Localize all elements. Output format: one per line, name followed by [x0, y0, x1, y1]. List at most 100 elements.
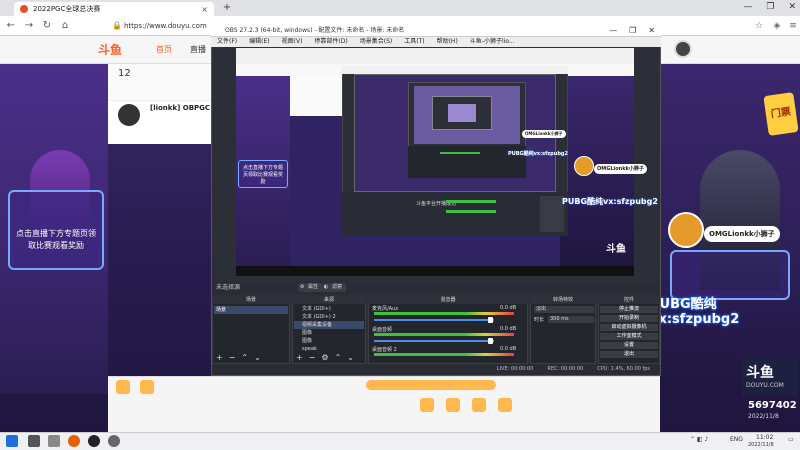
source-item[interactable]: 图像	[294, 337, 364, 345]
browser-tab[interactable]: 2022PGC全球总决赛 ×	[14, 2, 214, 16]
obs-close-icon[interactable]: ✕	[648, 24, 655, 37]
move-down-icon[interactable]: ⌄	[347, 354, 354, 362]
cpu-fps: CPU: 1.4%, 60.00 fps	[597, 366, 650, 372]
user-avatar[interactable]	[674, 40, 692, 58]
gift-icon[interactable]	[420, 398, 434, 412]
windows-taskbar	[0, 432, 800, 450]
firefox-icon[interactable]	[68, 435, 80, 447]
obs-maximize-icon[interactable]: ❐	[629, 24, 636, 37]
minimize-icon[interactable]: —	[743, 2, 752, 12]
tab-close-icon[interactable]: ×	[201, 5, 208, 14]
menu-tools[interactable]: 工具(T)	[404, 37, 424, 47]
gift-icon[interactable]	[446, 398, 460, 412]
remove-icon[interactable]: −	[229, 354, 236, 362]
volume-knob[interactable]	[488, 338, 493, 344]
gift-icon[interactable]	[498, 398, 512, 412]
nav-live-link[interactable]: 直播	[190, 44, 206, 55]
activity-banner[interactable]	[366, 380, 496, 390]
gift-icon[interactable]	[140, 380, 154, 394]
filters-button[interactable]: ◐ 滤镜	[322, 283, 347, 292]
source-item[interactable]: 文本 (GDI+)	[294, 305, 364, 313]
douyu-brand-domain: DOUYU.COM	[746, 382, 784, 389]
sources-toolbar: + − ⚙ ⌃ ⌄	[292, 354, 366, 362]
transition-select[interactable]: 淡出	[534, 306, 594, 313]
windows-start-icon[interactable]	[6, 435, 18, 447]
search-icon[interactable]	[28, 435, 40, 447]
preview-mixer-meter	[446, 210, 496, 213]
preview-pubg-text: PUBG酷纯vx:sfzpubg2	[562, 197, 658, 206]
weibo-handle: OMGLionkk小狮子	[704, 226, 780, 242]
menu-edit[interactable]: 编辑(E)	[249, 37, 269, 47]
forward-icon[interactable]: →	[22, 19, 36, 33]
maximize-icon[interactable]: ❐	[766, 2, 774, 12]
menu-file[interactable]: 文件(F)	[217, 37, 237, 47]
menu-view[interactable]: 视图(V)	[282, 37, 303, 47]
left-promo-banner[interactable]: 点击直播下方专题页领取比赛观看奖励	[8, 190, 104, 270]
volume-slider[interactable]	[374, 319, 494, 321]
source-item[interactable]: speak	[294, 345, 364, 353]
menu-help[interactable]: 帮助(H)	[437, 37, 458, 47]
tray-language[interactable]: ENG	[730, 436, 743, 443]
move-down-icon[interactable]: ⌄	[254, 354, 261, 362]
refresh-icon[interactable]: ↻	[40, 19, 54, 33]
clock-app-icon[interactable]	[108, 435, 120, 447]
menu-icon[interactable]: ≡	[786, 19, 800, 33]
obs-statusbar: LIVE: 00:00:00 REC: 00:00:00 CPU: 1.4%, …	[212, 364, 660, 374]
task-view-icon[interactable]	[48, 435, 60, 447]
home-icon[interactable]: ⌂	[58, 19, 72, 33]
remove-icon[interactable]: −	[309, 354, 316, 362]
preview-left-promo: 点击直播下方专题页领取比赛观看奖励	[238, 160, 288, 188]
volume-knob[interactable]	[488, 317, 493, 323]
add-icon[interactable]: +	[216, 354, 223, 362]
close-icon[interactable]: ✕	[788, 2, 796, 12]
source-item[interactable]: 图像	[294, 329, 364, 337]
duration-input[interactable]: 300 ms	[548, 316, 594, 323]
source-label: 文本 (GDI+)	[302, 306, 331, 312]
tray-icons[interactable]: ⌃ ◧ ♪	[690, 436, 708, 443]
add-icon[interactable]: +	[296, 354, 303, 362]
notification-icon[interactable]: ▭	[788, 436, 794, 443]
douyu-brand-logo: 斗鱼	[746, 365, 774, 381]
filters-label: 滤镜	[332, 284, 343, 290]
shield-icon[interactable]: ◈	[770, 19, 784, 33]
mixer-channel-db: 0.0 dB	[500, 305, 517, 311]
move-up-icon[interactable]: ⌃	[335, 354, 342, 362]
gift-icon[interactable]	[116, 380, 130, 394]
no-source-label: 未选择源	[216, 284, 241, 291]
exit-button[interactable]: 退出	[600, 351, 658, 358]
tray-time[interactable]: 11:02	[756, 434, 773, 441]
source-item[interactable]: 视频采集设备	[294, 321, 364, 329]
source-item[interactable]: 文本 (GDI+) 2	[294, 313, 364, 321]
obs-title: OBS 27.2.3 (64-bit, windows) - 配置文件: 未命名…	[225, 27, 405, 34]
ticket-badge[interactable]: 门票	[763, 92, 799, 136]
virtual-camera-button[interactable]: 启动虚拟摄像机	[600, 324, 658, 331]
nav-home-link[interactable]: 首页	[156, 44, 172, 55]
obs-taskbar-icon[interactable]	[88, 435, 100, 447]
url-input[interactable]: https://www.douyu.com	[124, 19, 214, 33]
settings-button[interactable]: 设置	[600, 342, 658, 349]
studio-mode-button[interactable]: 工作室模式	[600, 333, 658, 340]
source-label: 视频采集设备	[302, 322, 333, 328]
new-tab-button[interactable]: +	[220, 2, 234, 14]
douyu-logo[interactable]: 斗鱼	[98, 41, 138, 59]
obs-minimize-icon[interactable]: —	[609, 24, 617, 37]
properties-button[interactable]: ⚙ 属性	[298, 283, 323, 292]
volume-slider[interactable]	[374, 340, 494, 342]
gift-icon[interactable]	[472, 398, 486, 412]
mixer-channel-db: 0.0 dB	[500, 326, 517, 332]
star-icon[interactable]: ☆	[752, 19, 766, 33]
menu-scene-collection[interactable]: 场景集合(S)	[360, 37, 393, 47]
move-up-icon[interactable]: ⌃	[241, 354, 248, 362]
gear-icon[interactable]: ⚙	[321, 354, 328, 362]
menu-douyu[interactable]: 斗鱼-小狮子lio...	[470, 37, 515, 47]
preview-mixer-meter	[446, 200, 496, 203]
streamer-avatar[interactable]	[118, 104, 140, 126]
back-icon[interactable]: ←	[4, 19, 18, 33]
stop-streaming-button[interactable]: 停止推流	[600, 306, 658, 313]
start-recording-button[interactable]: 开始录制	[600, 315, 658, 322]
menu-docks[interactable]: 停靠部件(D)	[314, 37, 347, 47]
scene-item[interactable]: 场景	[214, 306, 288, 314]
streamer-name[interactable]: [lionkk] OBPGC	[150, 104, 210, 112]
tray-date[interactable]: 2022/11/8	[748, 442, 774, 448]
gear-icon: ⚙	[300, 284, 305, 290]
